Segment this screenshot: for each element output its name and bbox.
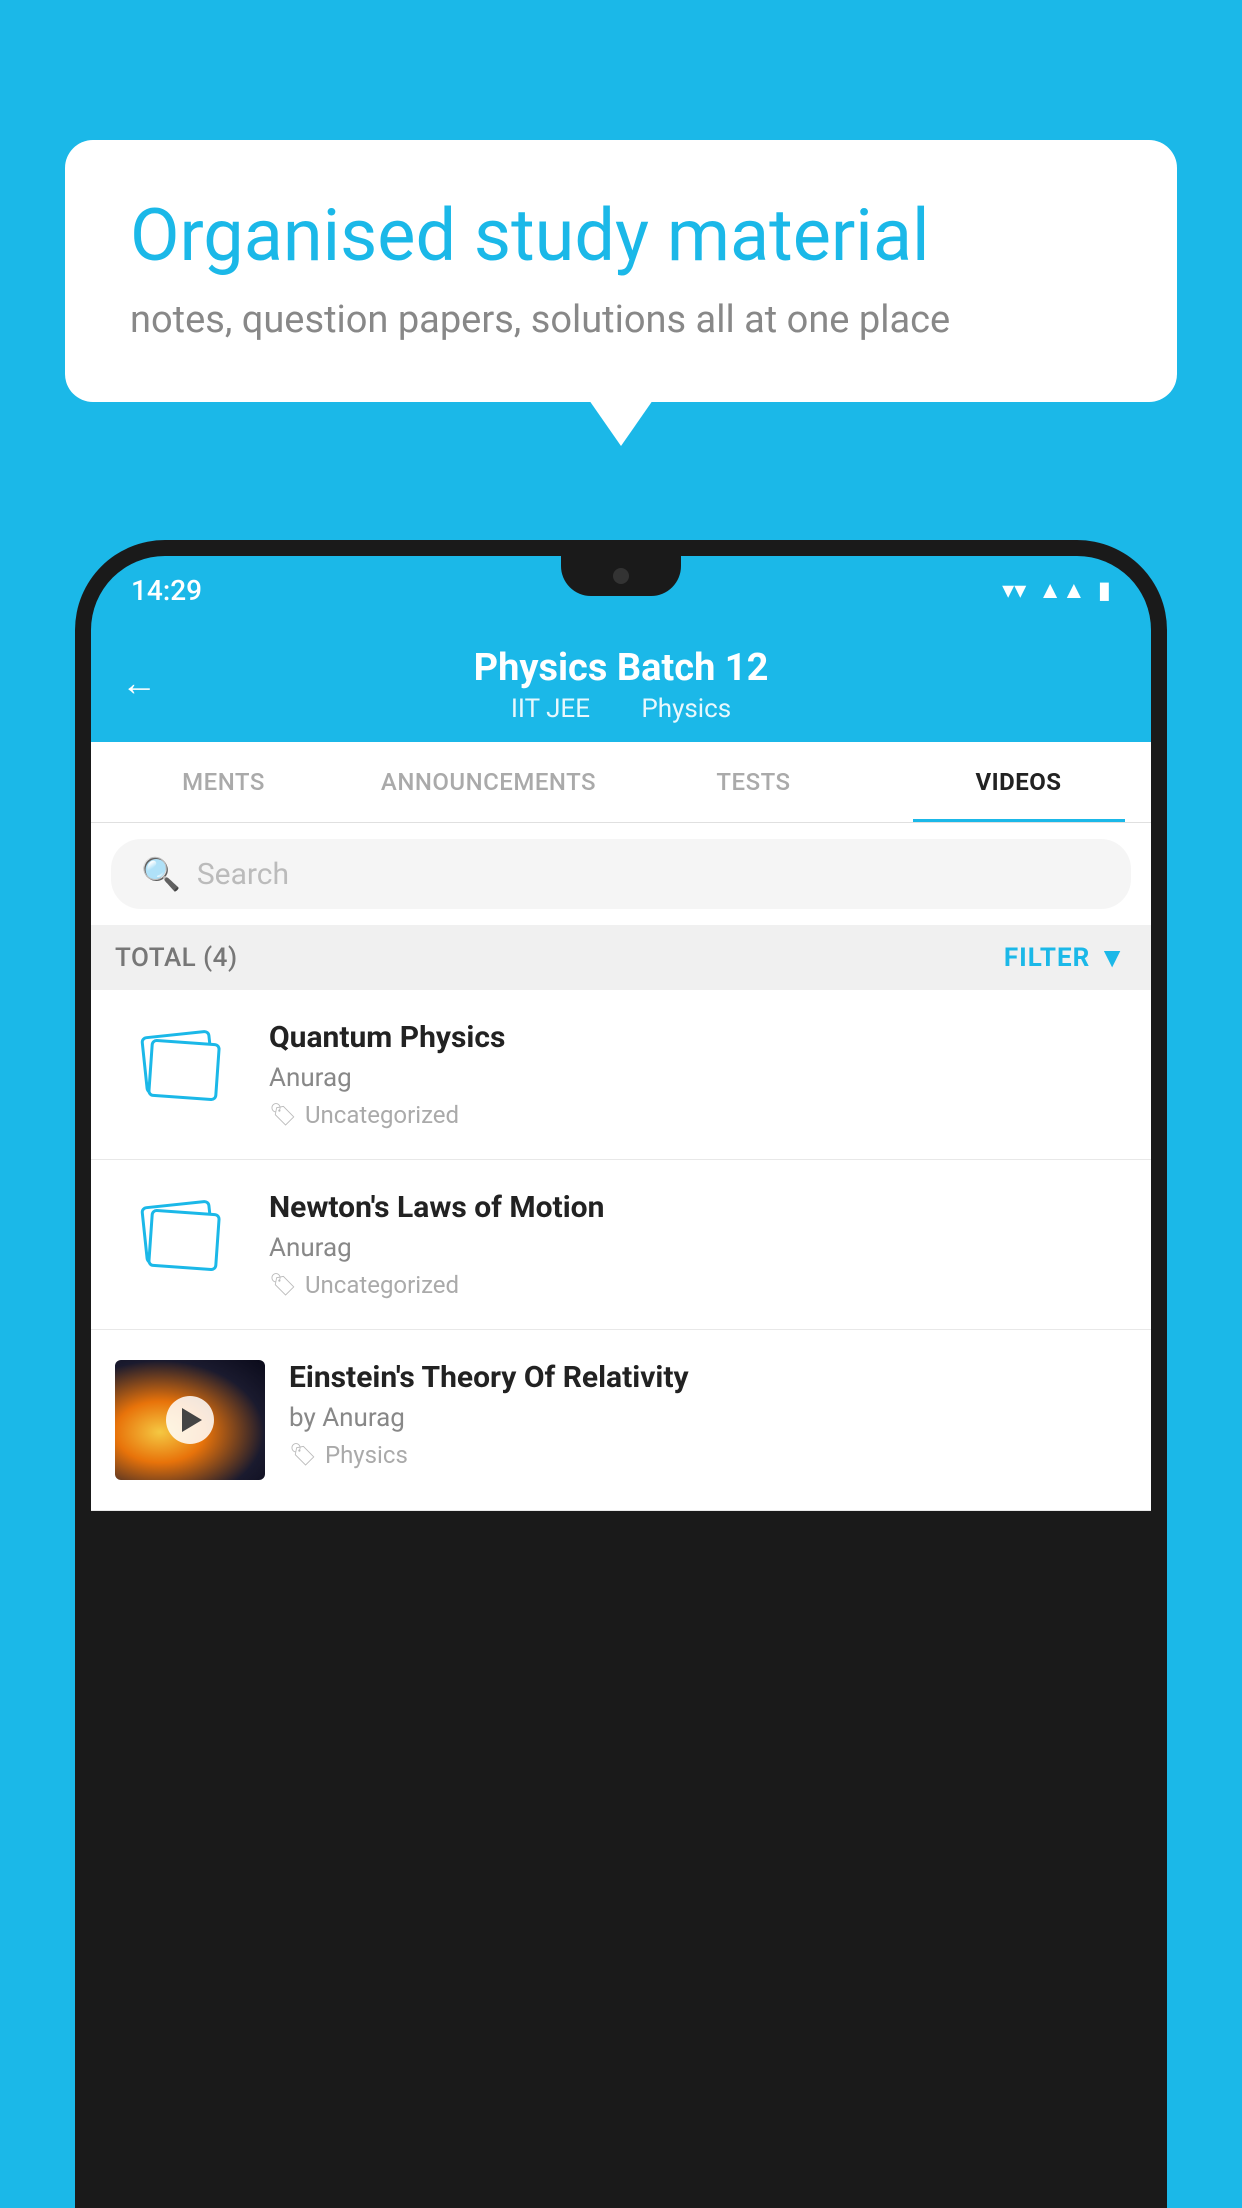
video-author: Anurag xyxy=(269,1233,1127,1263)
speech-bubble: Organised study material notes, question… xyxy=(65,140,1177,402)
tag-label: Uncategorized xyxy=(305,1101,459,1129)
folder-icon xyxy=(135,1203,225,1278)
phone-screen: 14:29 ▾▾ ▲▲ ▮ ← Physics Batch 12 IIT JEE… xyxy=(91,556,1151,2208)
bubble-subtitle: notes, question papers, solutions all at… xyxy=(130,298,1112,342)
app-header: ← Physics Batch 12 IIT JEE Physics xyxy=(91,624,1151,742)
list-item[interactable]: Quantum Physics Anurag 🏷 Uncategorized xyxy=(91,990,1151,1160)
filter-button[interactable]: FILTER ▼ xyxy=(1004,941,1127,974)
video-info-einstein: Einstein's Theory Of Relativity by Anura… xyxy=(289,1360,1127,1469)
battery-icon: ▮ xyxy=(1098,576,1111,604)
folder-thumb-newton xyxy=(115,1190,245,1290)
tab-announcements[interactable]: ANNOUNCEMENTS xyxy=(356,742,621,822)
status-time: 14:29 xyxy=(131,574,202,607)
folder-page-front xyxy=(147,1208,221,1271)
header-subtitle-sep xyxy=(612,694,625,724)
video-tag: 🏷 Uncategorized xyxy=(269,1271,1127,1299)
wifi-icon: ▾▾ xyxy=(1002,576,1026,604)
folder-icon xyxy=(135,1033,225,1108)
status-icons: ▾▾ ▲▲ ▮ xyxy=(1002,576,1111,605)
tag-label: Uncategorized xyxy=(305,1271,459,1299)
video-thumbnail-einstein xyxy=(115,1360,265,1480)
tabs-bar: MENTS ANNOUNCEMENTS TESTS VIDEOS xyxy=(91,742,1151,823)
tag-icon: 🏷 xyxy=(289,1443,317,1468)
list-item[interactable]: Einstein's Theory Of Relativity by Anura… xyxy=(91,1330,1151,1511)
notch xyxy=(561,556,681,596)
speech-bubble-container: Organised study material notes, question… xyxy=(65,140,1177,402)
tag-icon: 🏷 xyxy=(269,1103,297,1128)
back-button[interactable]: ← xyxy=(121,662,157,704)
tab-ments[interactable]: MENTS xyxy=(91,742,356,822)
video-list: Quantum Physics Anurag 🏷 Uncategorized xyxy=(91,990,1151,1511)
tab-videos[interactable]: VIDEOS xyxy=(886,742,1151,822)
tag-icon: 🏷 xyxy=(269,1273,297,1298)
video-title: Einstein's Theory Of Relativity xyxy=(289,1360,1127,1395)
video-author: Anurag xyxy=(269,1063,1127,1093)
header-subtitle-part2: Physics xyxy=(641,694,731,724)
header-title: Physics Batch 12 xyxy=(474,646,769,690)
status-bar: 14:29 ▾▾ ▲▲ ▮ xyxy=(91,556,1151,624)
video-info-quantum: Quantum Physics Anurag 🏷 Uncategorized xyxy=(269,1020,1127,1129)
filter-label: FILTER xyxy=(1004,943,1090,973)
bubble-title: Organised study material xyxy=(130,195,1112,278)
search-input[interactable]: Search xyxy=(197,857,289,892)
play-button[interactable] xyxy=(166,1396,214,1444)
filter-bar: TOTAL (4) FILTER ▼ xyxy=(91,925,1151,990)
folder-page-front xyxy=(147,1038,221,1101)
signal-icon: ▲▲ xyxy=(1038,576,1086,605)
video-tag: 🏷 Physics xyxy=(289,1441,1127,1469)
video-author: by Anurag xyxy=(289,1403,1127,1433)
search-box[interactable]: 🔍 Search xyxy=(111,839,1131,909)
thumb-bg xyxy=(115,1360,265,1480)
video-info-newton: Newton's Laws of Motion Anurag 🏷 Uncateg… xyxy=(269,1190,1127,1299)
total-count: TOTAL (4) xyxy=(115,943,238,973)
header-subtitle-part1: IIT JEE xyxy=(511,694,590,724)
header-subtitle: IIT JEE Physics xyxy=(503,694,739,724)
video-title: Newton's Laws of Motion xyxy=(269,1190,1127,1225)
video-title: Quantum Physics xyxy=(269,1020,1127,1055)
play-icon xyxy=(182,1408,202,1432)
search-icon: 🔍 xyxy=(141,855,181,893)
tab-tests[interactable]: TESTS xyxy=(621,742,886,822)
camera xyxy=(613,568,629,584)
phone-frame: 14:29 ▾▾ ▲▲ ▮ ← Physics Batch 12 IIT JEE… xyxy=(75,540,1167,2208)
search-container: 🔍 Search xyxy=(91,823,1151,925)
video-tag: 🏷 Uncategorized xyxy=(269,1101,1127,1129)
filter-icon: ▼ xyxy=(1098,941,1127,974)
folder-thumb-quantum xyxy=(115,1020,245,1120)
tag-label: Physics xyxy=(325,1441,408,1469)
list-item[interactable]: Newton's Laws of Motion Anurag 🏷 Uncateg… xyxy=(91,1160,1151,1330)
